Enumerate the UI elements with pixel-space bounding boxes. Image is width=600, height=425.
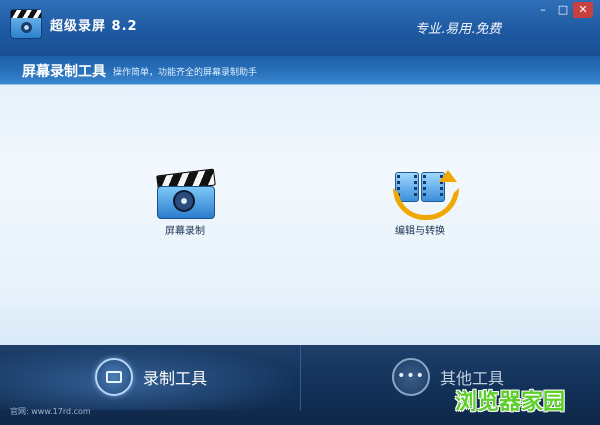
film-icon	[95, 358, 133, 396]
edit-convert-label: 编辑与转换	[395, 226, 445, 237]
title-bar[interactable]: 超级录屏 8.2 专业.易用.免费 – □ ✕	[0, 0, 600, 56]
minimize-button[interactable]: –	[533, 2, 553, 18]
watermark: 浏览器家园	[455, 390, 566, 415]
tab-record-tools[interactable]: 录制工具	[95, 357, 207, 397]
close-button[interactable]: ✕	[573, 2, 593, 18]
app-logo-icon	[10, 9, 42, 39]
more-dots-icon: •••	[392, 358, 430, 396]
edit-convert-tile[interactable]: 编辑与转换	[380, 166, 460, 237]
film-convert-icon	[389, 166, 459, 220]
camera-clapperboard-icon	[156, 164, 216, 219]
app-window: 超级录屏 8.2 专业.易用.免费 – □ ✕ 屏幕录制工具 操作简单，功能齐全…	[0, 0, 600, 425]
slogan: 专业.易用.免费	[415, 22, 502, 37]
tab-divider	[300, 345, 301, 410]
app-title: 超级录屏 8.2	[50, 19, 138, 34]
window-controls: – □ ✕	[533, 2, 593, 18]
section-header: 屏幕录制工具 操作简单，功能齐全的屏幕录制助手	[0, 56, 600, 85]
screen-record-label: 屏幕录制	[165, 226, 205, 237]
screen-record-tile[interactable]: 屏幕录制	[150, 164, 220, 237]
maximize-button[interactable]: □	[553, 2, 573, 18]
section-title: 屏幕录制工具	[22, 64, 106, 80]
tab-record-tools-label: 录制工具	[143, 369, 208, 388]
website-link[interactable]: 官网: www.17rd.com	[10, 406, 91, 417]
section-description: 操作简单，功能齐全的屏幕录制助手	[113, 68, 258, 78]
